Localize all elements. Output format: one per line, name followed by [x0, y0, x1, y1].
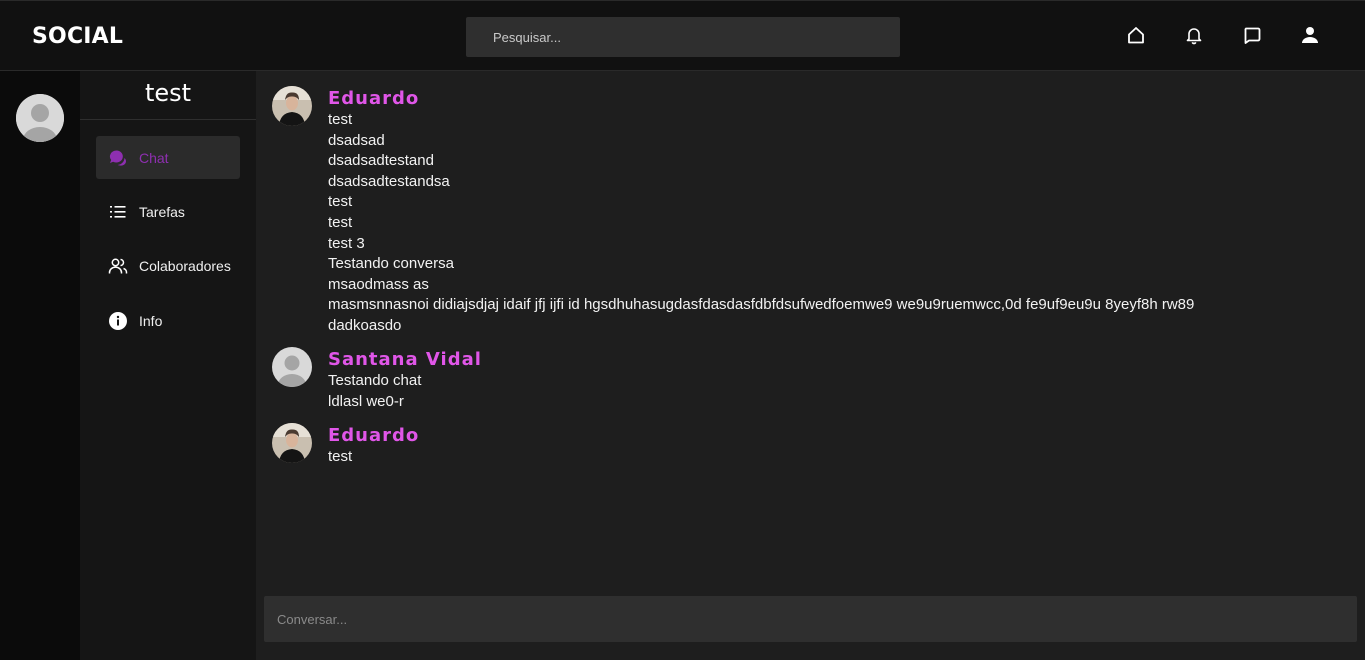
nav-item-tarefas[interactable]: Tarefas [96, 190, 240, 233]
message-author[interactable]: Eduardo [328, 425, 419, 447]
message-group: Eduardo test [272, 423, 419, 468]
user-icon[interactable] [1298, 23, 1322, 47]
message-text: dsadsadtestandsa [328, 172, 450, 190]
message-text: Testando chat [328, 372, 422, 389]
nav-item-colaboradores[interactable]: Colaboradores [96, 244, 240, 287]
group-sidebar: test Chat Tarefas Colaboradores Info [80, 71, 256, 660]
message-text: ldlasl we0-r [328, 392, 404, 410]
nav-label-chat: Chat [139, 149, 169, 166]
default-avatar[interactable] [272, 347, 312, 387]
message-author[interactable]: Eduardo [328, 88, 1194, 110]
message-body: Eduardo test dsadsad dsadsadtestand dsad… [328, 86, 1194, 337]
search-input[interactable] [466, 17, 900, 57]
message-body: Santana Vidal Testando chat ldlasl we0-r [328, 347, 482, 412]
group-avatar[interactable] [16, 94, 64, 142]
users-icon [108, 256, 128, 276]
message-text: msaodmass as [328, 275, 429, 293]
message-text: dsadsad [328, 131, 385, 149]
nav-item-info[interactable]: Info [96, 299, 240, 342]
divider [80, 119, 256, 120]
server-sidebar [0, 71, 80, 660]
message-group: Santana Vidal Testando chat ldlasl we0-r [272, 347, 482, 412]
photo-avatar[interactable] [272, 423, 312, 463]
chat-icon [108, 148, 128, 168]
list-icon [108, 202, 128, 222]
message-text: Testando conversa [328, 255, 454, 273]
message-text: test [328, 448, 353, 465]
message-text: test [328, 111, 353, 128]
message-input[interactable] [264, 596, 1357, 642]
message-text: test 3 [328, 234, 365, 252]
message-author[interactable]: Santana Vidal [328, 349, 482, 371]
app-brand[interactable]: SOCIAL [32, 24, 123, 49]
message-text: masmsnnasnoi didiajsdjaj idaif jfj ijfi … [328, 296, 1195, 314]
message-text: dsadsadtestand [328, 152, 434, 170]
nav-label-info: Info [139, 312, 163, 329]
nav-label-colaboradores: Colaboradores [139, 257, 231, 274]
message-text: dadkoasdo [328, 316, 402, 334]
message-group: Eduardo test dsadsad dsadsadtestand dsad… [272, 86, 1194, 337]
top-bar: SOCIAL [0, 0, 1365, 71]
message-text: test [328, 213, 353, 231]
nav-label-tarefas: Tarefas [139, 203, 185, 220]
chat-panel: Eduardo test dsadsad dsadsadtestand dsad… [256, 71, 1365, 660]
message-body: Eduardo test [328, 423, 419, 468]
message-text: test [328, 193, 353, 211]
photo-avatar[interactable] [272, 86, 312, 126]
bell-icon[interactable] [1182, 23, 1206, 47]
info-icon [108, 311, 128, 331]
home-icon[interactable] [1124, 23, 1148, 47]
group-name: test [144, 79, 192, 107]
nav-item-chat[interactable]: Chat [96, 136, 240, 179]
chat-bubble-icon[interactable] [1240, 23, 1264, 47]
